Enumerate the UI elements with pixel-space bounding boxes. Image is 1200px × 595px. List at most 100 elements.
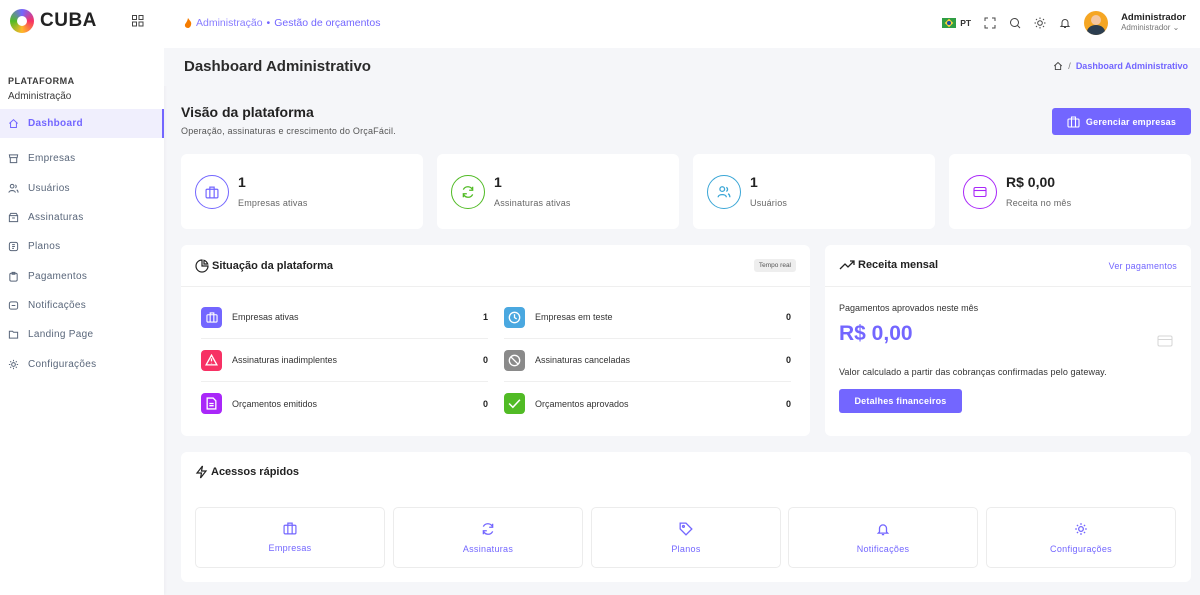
sidebar-item-dashboard[interactable]: Dashboard: [0, 109, 164, 139]
status-row-label: Orçamentos emitidos: [232, 398, 318, 409]
stat-label: Receita no mês: [1006, 198, 1072, 208]
sidebar-section: PLATAFORMA Administração: [8, 76, 75, 102]
brand-name: CUBA: [40, 10, 97, 31]
sidebar-section-title: PLATAFORMA: [8, 76, 75, 86]
sidebar-item-label: Dashboard: [28, 118, 83, 130]
breadcrumb-separator: /: [1068, 61, 1071, 71]
sidebar-item-usuarios[interactable]: Usuários: [0, 174, 164, 203]
header-crumb-separator: •: [266, 17, 271, 29]
sun-icon[interactable]: [1034, 17, 1046, 29]
status-row-icon: [201, 349, 222, 371]
quick-access-label: Configurações: [1050, 543, 1112, 554]
sidebar-item-pagamentos[interactable]: Pagamentos: [0, 261, 164, 290]
status-row-icon: [201, 306, 222, 328]
trending-up-icon: [839, 260, 855, 270]
monthly-revenue-title: Receita mensal: [858, 259, 939, 271]
sidebar-item-planos[interactable]: Planos: [0, 232, 164, 261]
status-row-canceladas: Assinaturas canceladas 0: [504, 339, 791, 382]
financial-details-button[interactable]: Detalhes financeiros: [839, 389, 962, 413]
status-row-value: 0: [785, 398, 791, 409]
overview-title: Visão da plataforma: [181, 104, 314, 120]
search-icon[interactable]: [1009, 17, 1021, 29]
page-title-bar: Dashboard Administrativo / Dashboard Adm…: [164, 48, 1200, 86]
bell-icon[interactable]: [1059, 17, 1071, 29]
store-icon: [8, 154, 19, 164]
settings-icon: [8, 359, 19, 369]
header-crumb-page[interactable]: Gestão de orçamentos: [274, 17, 380, 29]
revenue-note: Valor calculado a partir das cobranças c…: [839, 367, 1107, 377]
revenue-subtitle: Pagamentos aprovados neste mês: [839, 303, 979, 313]
tag-icon: [679, 522, 693, 536]
status-row-icon: [504, 393, 525, 414]
realtime-badge: Tempo real: [753, 259, 796, 272]
settings-icon: [1075, 522, 1087, 535]
chevron-down-icon: ⌄: [1172, 22, 1180, 32]
stat-label: Usuários: [750, 198, 788, 208]
status-row-empresas-ativas: Empresas ativas 1: [201, 296, 488, 339]
stat-card-receita: R$ 0,00 Receita no mês: [949, 154, 1191, 229]
quick-access-label: Notificações: [856, 543, 910, 554]
credit-card-icon: [973, 186, 987, 198]
status-row-orcamentos-emitidos: Orçamentos emitidos 0: [201, 382, 488, 425]
plan-icon: [8, 242, 19, 252]
view-payments-link[interactable]: Ver pagamentos: [1109, 261, 1177, 271]
sidebar-item-notificacoes[interactable]: Notificações: [0, 291, 164, 320]
quick-access-configuracoes[interactable]: Configurações: [986, 507, 1176, 568]
users-icon: [8, 183, 19, 193]
sidebar-section-subtitle: Administração: [8, 91, 72, 102]
platform-status-header: Situação da plataforma: [195, 259, 333, 273]
avatar[interactable]: [1084, 11, 1109, 35]
manage-companies-button[interactable]: Gerenciar empresas: [1052, 108, 1191, 135]
sidebar-item-empresas[interactable]: Empresas: [0, 144, 164, 173]
fullscreen-icon[interactable]: [984, 17, 996, 29]
credit-card-icon: [1157, 335, 1173, 347]
user-menu[interactable]: Administrador Administrador ⌄: [1121, 12, 1186, 32]
quick-access-label: Empresas: [268, 543, 312, 553]
status-row-value: 0: [785, 312, 791, 322]
quick-access-planos[interactable]: Planos: [591, 507, 781, 568]
sidebar-item-assinaturas[interactable]: Assinaturas: [0, 203, 164, 232]
pie-chart-icon: [195, 259, 209, 273]
bell-icon: [876, 523, 890, 535]
header-actions: PT Administrador Administrador ⌄: [942, 11, 1186, 35]
sidebar-item-label: Usuários: [28, 182, 70, 194]
stat-icon-circle: [707, 175, 741, 209]
stat-card-usuarios: 1 Usuários: [693, 154, 935, 229]
quick-access-title: Acessos rápidos: [211, 466, 300, 478]
overview-subtitle: Operação, assinaturas e crescimento do O…: [181, 126, 396, 136]
sidebar-item-configuracoes[interactable]: Configurações: [0, 349, 164, 378]
header-crumb-root[interactable]: Administração: [196, 17, 263, 29]
grid-menu-icon[interactable]: [132, 15, 144, 27]
stat-label: Empresas ativas: [238, 198, 308, 208]
quick-access-label: Assinaturas: [462, 543, 514, 554]
briefcase-icon: [1067, 115, 1080, 128]
stat-value: 1: [750, 174, 758, 190]
message-icon: [8, 301, 19, 310]
status-row-label: Assinaturas inadimplentes: [232, 355, 338, 365]
status-row-orcamentos-aprovados: Orçamentos aprovados 0: [504, 382, 791, 425]
stat-icon-circle: [195, 175, 229, 209]
platform-status-title: Situação da plataforma: [212, 260, 334, 272]
home-icon[interactable]: [1053, 61, 1063, 71]
sidebar-item-label: Notificações: [28, 299, 87, 311]
sidebar-item-landing-page[interactable]: Landing Page: [0, 320, 164, 349]
briefcase-icon: [205, 186, 219, 198]
status-row-value: 0: [482, 398, 488, 409]
quick-access-notificacoes[interactable]: Notificações: [788, 507, 978, 568]
clipboard-icon: [9, 271, 18, 282]
brand-logo[interactable]: CUBA: [10, 9, 97, 33]
stat-card-empresas: 1 Empresas ativas: [181, 154, 423, 229]
sidebar: CUBA PLATAFORMA Administração Dashboard …: [0, 0, 164, 595]
quick-access-empresas[interactable]: Empresas: [195, 507, 385, 568]
briefcase-icon: [205, 311, 218, 323]
status-row-label: Empresas ativas: [232, 312, 299, 322]
page-title: Dashboard Administrativo: [184, 58, 371, 75]
brazil-flag-icon[interactable]: [942, 18, 957, 28]
language-selector[interactable]: PT: [960, 18, 971, 28]
quick-access-assinaturas[interactable]: Assinaturas: [393, 507, 583, 568]
sidebar-item-label: Configurações: [28, 358, 97, 370]
home-icon: [9, 119, 18, 129]
status-row-label: Orçamentos aprovados: [535, 398, 629, 409]
status-row-value: 1: [482, 312, 488, 322]
flame-icon: [184, 18, 192, 28]
